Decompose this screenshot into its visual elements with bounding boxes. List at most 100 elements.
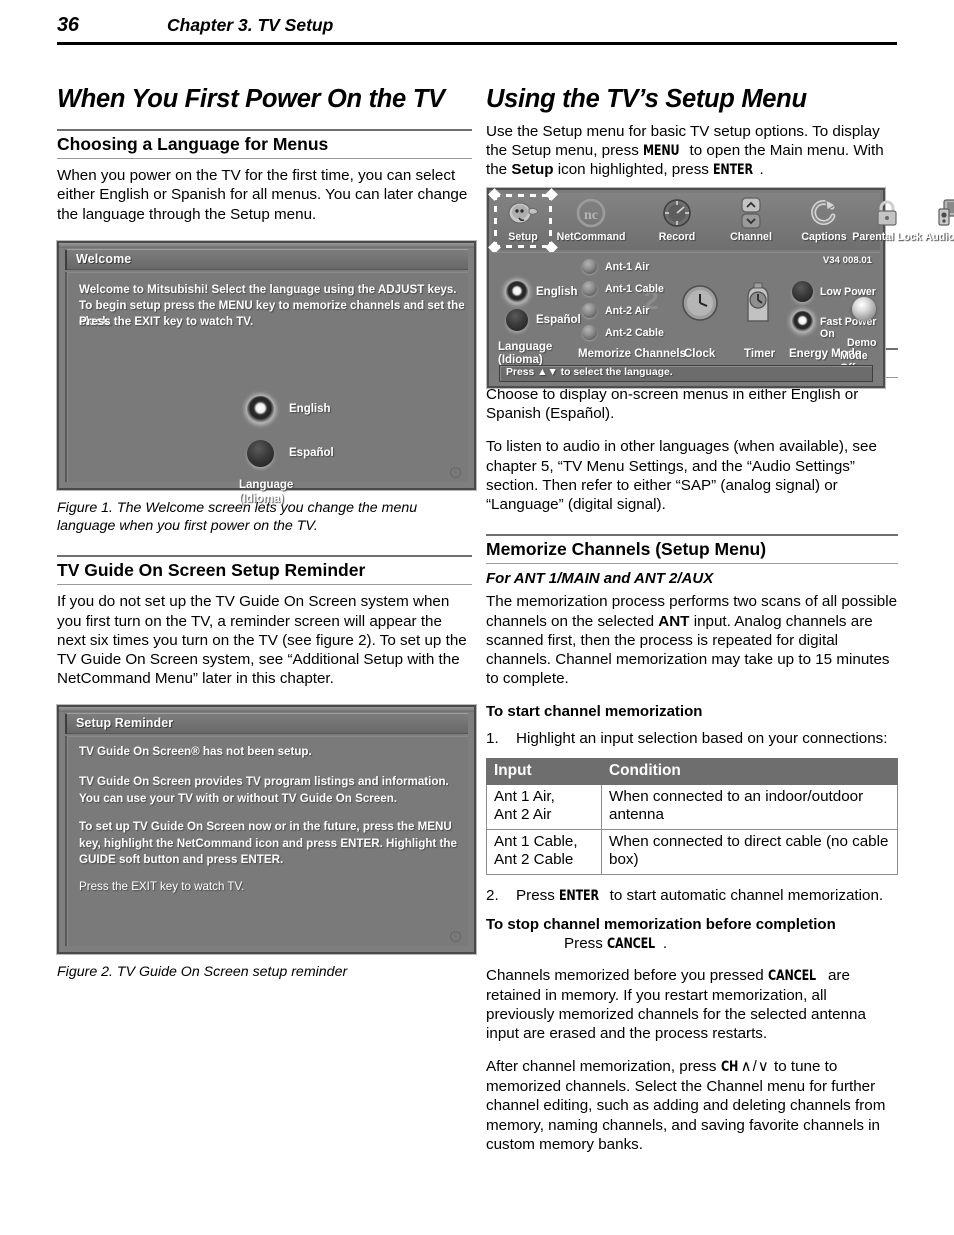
welcome-titlebar: Welcome [65,248,468,270]
key-cancel: CANCEL [607,936,656,953]
key-cancel: CANCEL [767,968,816,985]
menu-item-parental-lock[interactable]: Parental Lock [850,195,924,243]
setup-menu-status-bar: Press ▲▼ to select the language. [499,365,873,382]
step-1: 1. Highlight an input selection based on… [486,729,898,748]
welcome-line-3: Press the EXIT key to watch TV. [79,314,254,328]
setup-menu-status-text: Press ▲▼ to select the language. [506,367,673,378]
memorization-steps: 1. Highlight an input selection based on… [486,729,898,748]
radio-english[interactable] [247,395,274,423]
menu-item-channel[interactable]: Channel [714,195,788,243]
menu-item-record[interactable]: Record [640,195,714,243]
menu-item-netcommand-label: NetCommand [556,231,626,243]
setup-options-pane: V34 008.01 2 English Español Language (I… [492,252,880,374]
step-2-text-a: Press [516,886,560,904]
table-row: Ant 1 Cable, Ant 2 Cable When connected … [486,828,898,875]
stop-text-b: . [662,935,668,953]
manual-page: 36 Chapter 3. TV Setup When You First Po… [0,0,954,1235]
section-title-power-on: When You First Power On the TV [57,85,445,113]
header-rule [57,42,897,45]
heading-tvguide-reminder: TV Guide On Screen Setup Reminder [57,555,472,586]
radio-espanol[interactable] [247,439,274,467]
cell-input-air: Ant 1 Air, Ant 2 Air [486,783,602,830]
menu-item-setup-label: Setup [508,231,538,243]
heading-to-stop-memorization: To stop channel memorization before comp… [486,916,836,934]
reminder-screen-body: TV Guide On Screen® has not been setup. … [65,736,468,947]
svg-text:nc: nc [584,208,598,223]
clock-icon[interactable] [680,283,722,330]
main-menu-icon-row: Setup nc NetCommand Record Channel Capti… [488,188,954,254]
radio-espanol-label: Español [289,446,334,459]
paragraph-cancel-behavior: Channels memorized before you pressed CA… [486,966,898,1043]
setup-timer-caption: Timer [744,348,776,360]
paragraph-tvguide-reminder: If you do not set up the TV Guide On Scr… [57,593,467,688]
setup-bold: Setup [511,161,554,179]
heading-memorize-channels: Memorize Channels (Setup Menu) [486,534,898,565]
chapter-title: Chapter 3. TV Setup [167,15,334,35]
setup-radio-ant1-cable[interactable] [582,281,597,296]
setup-clock-caption: Clock [684,348,716,360]
memorization-steps-2: 2. Press ENTER to start automatic channe… [486,886,898,905]
setup-radio-espanol-label: Español [536,314,581,326]
timer-icon[interactable] [740,281,776,330]
setup-radio-low-power[interactable] [792,281,813,302]
menu-item-netcommand[interactable]: nc NetCommand [554,195,628,243]
menu-item-audio-video[interactable]: AudioVideo [917,195,954,243]
welcome-screen-body: Welcome to Mitsubishi! Select the langua… [65,271,468,505]
padlock-icon [850,195,924,231]
audio-video-icon [917,195,954,231]
intro-text-d: . [759,161,764,179]
setup-radio-english[interactable] [506,281,528,303]
column-header-condition: Condition [601,757,898,785]
table-row: Ant 1 Air, Ant 2 Air When connected to a… [486,783,898,830]
channel-updown-icon [714,195,788,231]
reminder-titlebar: Setup Reminder [65,713,468,735]
setup-radio-ant1-air[interactable] [582,259,597,274]
setup-demo-mode-bulb[interactable] [852,297,876,321]
language-group-label-line1: Language [239,478,294,491]
setup-radio-ant1-air-label: Ant-1 Air [605,261,650,273]
setup-radio-ant2-air[interactable] [582,303,597,318]
language-group-label-line2: (Idioma) [239,492,284,505]
setup-radio-english-label: English [536,286,578,298]
key-menu: MENU [643,143,680,160]
stop-text-a: Press [564,935,608,953]
power-plug-icon [486,195,560,231]
setup-demo-caption-line1: Demo [847,337,877,349]
radio-english-label: English [289,402,331,415]
menu-item-setup[interactable]: Setup [486,195,560,243]
stop-instruction: Press CANCEL. [486,934,898,953]
section-title-setup-menu: Using the TV’s Setup Menu [486,85,807,113]
column-header-input: Input [486,757,602,785]
reminder-paragraph-4: Press the EXIT key to watch TV. [79,880,245,894]
heading-to-start-memorization: To start channel memorization [486,702,703,720]
paragraph-setup-intro: Use the Setup menu for basic TV setup op… [486,122,898,180]
key-ch: CH [720,1059,738,1076]
ant-bold: ANT [658,612,690,630]
setup-radio-ant2-cable-label: Ant-2 Cable [605,327,664,339]
setup-memorize-caption: Memorize Channels [578,348,686,360]
step-2-number: 2. [486,886,499,904]
setup-radio-low-power-label: Low Power [820,286,876,298]
screen-bezel [59,707,474,713]
reminder-paragraph-3: To set up TV Guide On Screen now or in t… [79,820,457,867]
intro-text-c: icon highlighted, press [553,161,714,179]
cell-condition-air: When connected to an indoor/outdoor ante… [601,783,898,830]
step-2: 2. Press ENTER to start automatic channe… [486,886,898,905]
key-enter: ENTER [559,887,599,904]
menu-item-channel-label: Channel [730,231,772,243]
copyright-mark-icon: c [450,466,461,478]
figure-2-setup-reminder: Setup Reminder TV Guide On Screen® has n… [57,705,476,955]
paragraph-language-1: Choose to display on-screen menus in eit… [486,386,859,423]
paragraph-language-2: To listen to audio in other languages (w… [486,438,877,514]
table-header-row: Input Condition [486,757,898,785]
menu-item-record-label: Record [658,231,696,243]
cancel-text-a: Channels memorized before you pressed [486,967,768,985]
key-enter: ENTER [713,162,753,179]
setup-radio-ant2-cable[interactable] [582,325,597,340]
step-2-text-b: to start automatic channel memorization. [605,886,884,904]
menu-item-parental-lock-label: Parental Lock [852,231,922,243]
setup-radio-espanol[interactable] [506,309,528,331]
setup-radio-fast-power-on[interactable] [792,311,813,332]
heading-for-ant: For ANT 1/MAIN and ANT 2/AUX [486,570,714,588]
netcommand-icon: nc [554,195,628,231]
